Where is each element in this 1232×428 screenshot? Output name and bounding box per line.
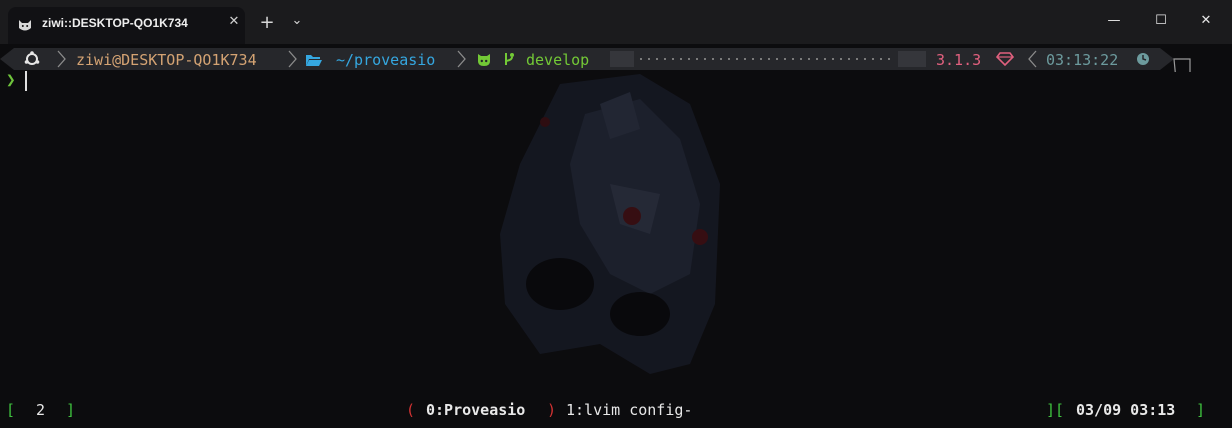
window-tab-1[interactable]: 1:lvim config- [566, 400, 692, 420]
window0-paren-close: ) [547, 401, 557, 419]
close-window-button[interactable]: ✕ [1186, 10, 1226, 32]
text-cursor[interactable] [25, 71, 27, 91]
os-logo-icon [24, 51, 40, 65]
github-icon [478, 54, 490, 66]
maximize-button[interactable]: ☐ [1141, 10, 1181, 32]
window-tab-0[interactable]: 0:Proveasio [426, 400, 525, 420]
session-bracket-open: [ [6, 401, 16, 419]
ruby-gem-icon [996, 52, 1014, 66]
git-branch-icon [505, 53, 514, 65]
ruby-version: 3.1.3 [936, 51, 982, 69]
tab-dropdown-button[interactable]: ⌄ [287, 12, 307, 30]
powerline-prompt: ziwi@DESKTOP-QO1K734 ~/proveasio develop… [0, 46, 1232, 72]
session-count: 2 [36, 401, 46, 419]
status-datetime: 03/09 03:13 [1076, 401, 1176, 419]
datetime-bracket-open: ][ [1046, 401, 1065, 419]
session-bracket-close: ] [66, 401, 76, 419]
prompt-chevron: ❯ [6, 70, 16, 89]
minimize-button[interactable]: — [1094, 10, 1134, 32]
terminal-tab[interactable]: ziwi::DESKTOP-QO1K734 ✕ [8, 7, 245, 44]
prompt-time: 03:13:22 [1046, 51, 1119, 69]
folder-open-icon [306, 55, 322, 66]
title-bar: ziwi::DESKTOP-QO1K734 ✕ + ⌄ — ☐ ✕ [0, 0, 1232, 44]
user-host: ziwi@DESKTOP-QO1K734 [76, 51, 257, 69]
datetime-bracket-close: ] [1196, 401, 1206, 419]
new-tab-button[interactable]: + [257, 14, 277, 32]
tab-close-button[interactable]: ✕ [226, 14, 242, 30]
status-bar: [ 2 ] ( 0:Proveasio ) 1:lvim config- ][ … [0, 400, 1232, 422]
background-artwork [500, 74, 720, 374]
git-branch: develop [526, 51, 590, 69]
tab-title: ziwi::DESKTOP-QO1K734 [42, 16, 188, 30]
cat-icon [19, 20, 31, 31]
terminal-pane[interactable]: ziwi@DESKTOP-QO1K734 ~/proveasio develop… [0, 44, 1232, 428]
clock-icon [1137, 53, 1149, 65]
window0-paren-open: ( [406, 401, 416, 419]
current-path: ~/proveasio [336, 51, 436, 69]
